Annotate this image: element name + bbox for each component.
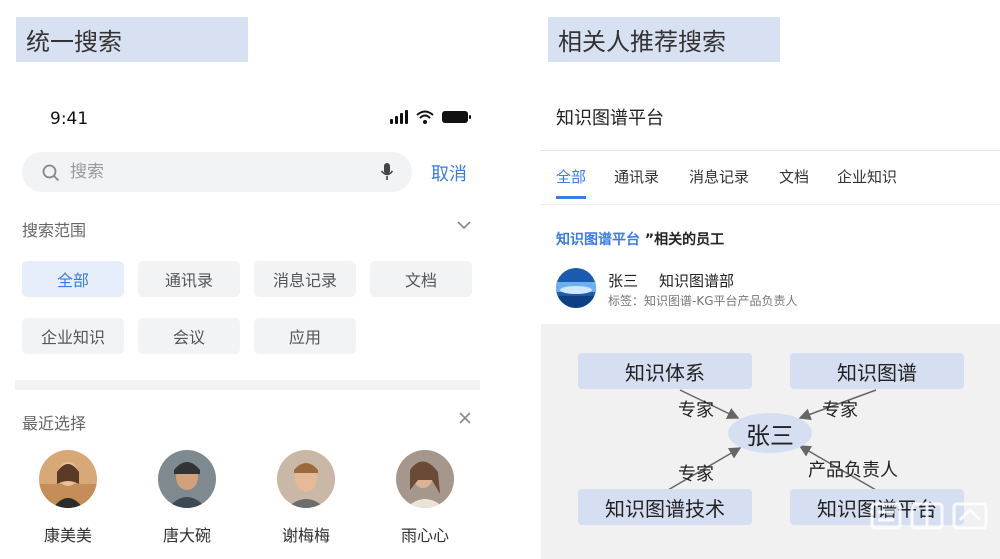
person-name: 雨心心 (400, 526, 449, 545)
divider (540, 150, 1000, 151)
employee-card[interactable]: 张三 知识图谱部 标签：知识图谱-KG平台产品负责人 (556, 266, 996, 314)
avatar (39, 450, 97, 508)
tab-enterprise-knowledge[interactable]: 企业知识 (837, 166, 897, 187)
recent-person[interactable]: 雨心心 (380, 450, 470, 546)
section-tag-related-people: 相关人推荐搜索 (548, 17, 780, 62)
wifi-icon (416, 110, 434, 124)
scope-chip-apps[interactable]: 应用 (254, 318, 356, 354)
chevron-down-icon[interactable] (457, 220, 471, 230)
heading-suffix: ”相关的员工 (640, 232, 725, 248)
battery-icon (442, 111, 471, 123)
watermark-logo (870, 502, 988, 530)
recent-person[interactable]: 唐大碗 (142, 450, 232, 546)
graph-edge-label: 专家 (822, 400, 858, 421)
employee-tags: 标签：知识图谱-KG平台产品负责人 (608, 294, 798, 308)
person-name: 康美美 (43, 526, 92, 545)
graph-node-knowledge-graph[interactable]: 知识图谱 (790, 353, 964, 389)
status-bar: 9:41 (15, 100, 480, 140)
phone-screen: 9:41 取消 搜索范围 全部 通讯录 消息记录 (15, 100, 480, 559)
divider (540, 204, 1000, 205)
section-tag-unified-search: 统一搜索 (16, 17, 248, 62)
scope-chip-messages[interactable]: 消息记录 (254, 261, 356, 297)
graph-node-kg-technology[interactable]: 知识图谱技术 (578, 489, 752, 525)
graph-edge-label: 专家 (678, 400, 714, 421)
signal-icon (390, 110, 408, 124)
scope-chip-enterprise-knowledge[interactable]: 企业知识 (22, 318, 124, 354)
avatar (556, 268, 596, 308)
search-query-title: 知识图谱平台 (556, 108, 664, 129)
section-divider (15, 380, 480, 390)
graph-edge-label: 专家 (678, 464, 714, 485)
related-employees-heading: 知识图谱平台 ”相关的员工 (556, 229, 724, 249)
heading-keyword[interactable]: 知识图谱平台 (556, 232, 640, 248)
tab-all[interactable]: 全部 (556, 166, 586, 187)
search-bar[interactable] (22, 152, 412, 192)
employee-department: 知识图谱部 (659, 272, 735, 290)
scope-chip-meetings[interactable]: 会议 (138, 318, 240, 354)
avatar (396, 450, 454, 508)
tab-messages[interactable]: 消息记录 (689, 166, 749, 187)
search-scope-label: 搜索范围 (22, 221, 87, 240)
recent-person[interactable]: 康美美 (23, 450, 113, 546)
avatar (158, 450, 216, 508)
graph-edge-label: 产品负责人 (808, 460, 898, 481)
active-tab-indicator (556, 196, 586, 199)
close-icon[interactable] (458, 411, 472, 425)
scope-chip-all[interactable]: 全部 (22, 261, 124, 297)
status-time: 9:41 (50, 109, 89, 129)
scope-chip-contacts[interactable]: 通讯录 (138, 261, 240, 297)
person-name: 谢梅梅 (281, 526, 330, 545)
recent-selection-label: 最近选择 (22, 414, 87, 433)
status-icons (390, 110, 471, 124)
employee-name: 张三 (608, 272, 639, 290)
tab-documents[interactable]: 文档 (779, 166, 809, 187)
cancel-button[interactable]: 取消 (431, 160, 467, 186)
graph-center-node[interactable]: 张三 (728, 413, 812, 453)
scope-chip-documents[interactable]: 文档 (370, 261, 472, 297)
tab-contacts[interactable]: 通讯录 (614, 166, 659, 187)
graph-node-knowledge-system[interactable]: 知识体系 (578, 353, 752, 389)
recent-person[interactable]: 谢梅梅 (261, 450, 351, 546)
search-icon (42, 164, 60, 182)
avatar (277, 450, 335, 508)
person-name: 唐大碗 (162, 526, 211, 545)
search-input[interactable] (70, 160, 370, 184)
microphone-icon[interactable] (380, 162, 394, 182)
